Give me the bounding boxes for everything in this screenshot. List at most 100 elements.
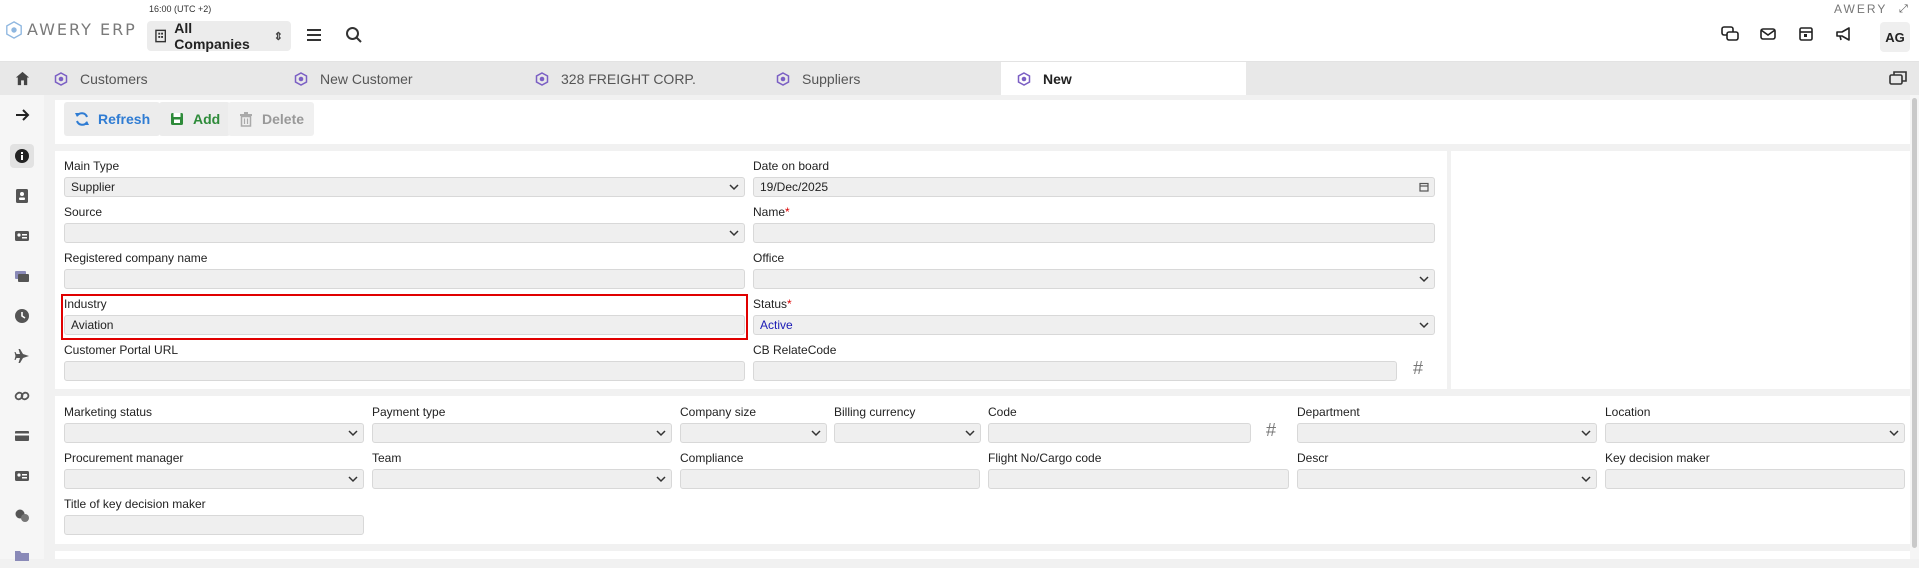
cb-relatecode-input[interactable] <box>753 361 1397 381</box>
trash-icon <box>240 112 252 127</box>
calendar-icon[interactable] <box>1796 24 1816 44</box>
app-logo[interactable]: AWERY ERP <box>5 20 137 39</box>
company-size-select[interactable] <box>680 423 827 443</box>
source-label: Source <box>64 205 103 219</box>
calendar-icon[interactable] <box>1418 181 1430 193</box>
industry-label: Industry <box>64 297 107 311</box>
key-decision-maker-input[interactable] <box>1605 469 1905 489</box>
rail-files[interactable] <box>10 544 34 568</box>
hash-icon[interactable]: # <box>1413 358 1423 379</box>
registered-company-name-input[interactable] <box>64 269 745 289</box>
lower-panel <box>55 551 1910 559</box>
updown-chevron-icon: ⇕ <box>273 30 283 43</box>
chevron-down-icon <box>965 430 975 437</box>
refresh-button[interactable]: Refresh <box>64 102 161 136</box>
office-label: Office <box>753 251 785 265</box>
plane-icon <box>14 349 29 363</box>
department-label: Department <box>1297 405 1360 419</box>
rail-id-card[interactable] <box>10 224 34 248</box>
home-icon[interactable] <box>14 70 31 87</box>
team-select[interactable] <box>372 469 672 489</box>
windows-icon[interactable] <box>1889 70 1907 86</box>
title-key-decision-maker-label: Title of key decision maker <box>64 497 206 511</box>
title-key-decision-maker-input[interactable] <box>64 515 364 535</box>
tab-label: New Customer <box>320 70 413 87</box>
chevron-down-icon <box>1581 476 1591 483</box>
descr-select[interactable] <box>1297 469 1597 489</box>
rail-contact[interactable] <box>10 184 34 208</box>
compliance-label: Compliance <box>680 451 744 465</box>
chat-icon[interactable] <box>1720 24 1740 44</box>
compliance-input[interactable] <box>680 469 980 489</box>
date-on-board-value: 19/Dec/2025 <box>760 180 829 194</box>
industry-input[interactable]: Aviation <box>64 315 745 335</box>
date-on-board-input[interactable]: 19/Dec/2025 <box>753 177 1435 197</box>
procurement-manager-select[interactable] <box>64 469 364 489</box>
company-size-label: Company size <box>680 405 757 419</box>
expand-icon[interactable]: ⤢ <box>1899 3 1908 16</box>
location-select[interactable] <box>1605 423 1905 443</box>
rail-flights[interactable] <box>10 344 34 368</box>
customer-portal-url-input[interactable] <box>64 361 745 381</box>
tab-new-customer[interactable]: New Customer <box>278 62 519 95</box>
user-avatar[interactable]: AG <box>1880 22 1910 52</box>
arrow-right-icon <box>16 109 30 121</box>
code-input[interactable] <box>988 423 1251 443</box>
rail-billing[interactable] <box>10 424 34 448</box>
hexagon-icon <box>294 71 308 86</box>
flight-no-label: Flight No/Cargo code <box>988 451 1102 465</box>
payment-type-select[interactable] <box>372 423 672 443</box>
marketing-status-label: Marketing status <box>64 405 153 419</box>
chevron-down-icon <box>348 430 358 437</box>
building-icon <box>155 29 167 43</box>
credit-card-icon <box>15 431 29 441</box>
rail-profile[interactable] <box>10 464 34 488</box>
tab-suppliers[interactable]: Suppliers <box>760 62 1001 95</box>
folder-icon <box>15 551 29 561</box>
chevron-down-icon <box>1419 276 1429 283</box>
chevron-down-icon <box>656 430 666 437</box>
code-hash-icon[interactable]: # <box>1266 420 1276 441</box>
tab-bar: Customers New Customer 328 FREIGHT CORP.… <box>0 62 1919 95</box>
awery-logo-icon <box>6 20 22 39</box>
profile-card-icon <box>15 471 29 481</box>
status-label-text: Status <box>753 297 788 311</box>
megaphone-icon[interactable] <box>1834 24 1854 44</box>
search-icon[interactable] <box>345 26 363 44</box>
mail-icon[interactable] <box>1758 24 1778 44</box>
comments-icon <box>15 509 29 522</box>
add-button[interactable]: Add <box>159 102 231 136</box>
rail-info[interactable] <box>10 144 34 168</box>
registered-company-name-label: Registered company name <box>64 251 208 265</box>
tab-new[interactable]: New <box>1001 62 1246 95</box>
menu-icon[interactable] <box>305 26 323 44</box>
rail-payment[interactable] <box>10 264 34 288</box>
tab-customers[interactable]: Customers <box>38 62 278 95</box>
department-select[interactable] <box>1297 423 1597 443</box>
clock-icon <box>15 309 29 323</box>
main-type-select[interactable]: Supplier <box>64 177 745 197</box>
source-select[interactable] <box>64 223 745 243</box>
procurement-manager-label: Procurement manager <box>64 451 184 465</box>
scrollbar-thumb[interactable] <box>1912 98 1917 548</box>
payment-type-label: Payment type <box>372 405 446 419</box>
billing-currency-select[interactable] <box>834 423 981 443</box>
tab-328-freight-corp[interactable]: 328 FREIGHT CORP. <box>519 62 760 95</box>
delete-button[interactable]: Delete <box>228 102 315 136</box>
rail-links[interactable] <box>10 384 34 408</box>
chevron-down-icon <box>656 476 666 483</box>
descr-label: Descr <box>1297 451 1329 465</box>
company-selector[interactable]: All Companies ⇕ <box>147 20 291 52</box>
hexagon-icon <box>1017 71 1031 86</box>
name-input[interactable] <box>753 223 1435 243</box>
key-decision-maker-label: Key decision maker <box>1605 451 1710 465</box>
rail-messages[interactable] <box>10 504 34 528</box>
status-select[interactable]: Active <box>753 315 1435 335</box>
flight-no-input[interactable] <box>988 469 1289 489</box>
tab-label: New <box>1043 70 1072 87</box>
marketing-status-select[interactable] <box>64 423 364 443</box>
rail-history[interactable] <box>10 304 34 328</box>
team-label: Team <box>372 451 402 465</box>
office-select[interactable] <box>753 269 1435 289</box>
rail-collapse-arrow[interactable] <box>10 103 34 127</box>
